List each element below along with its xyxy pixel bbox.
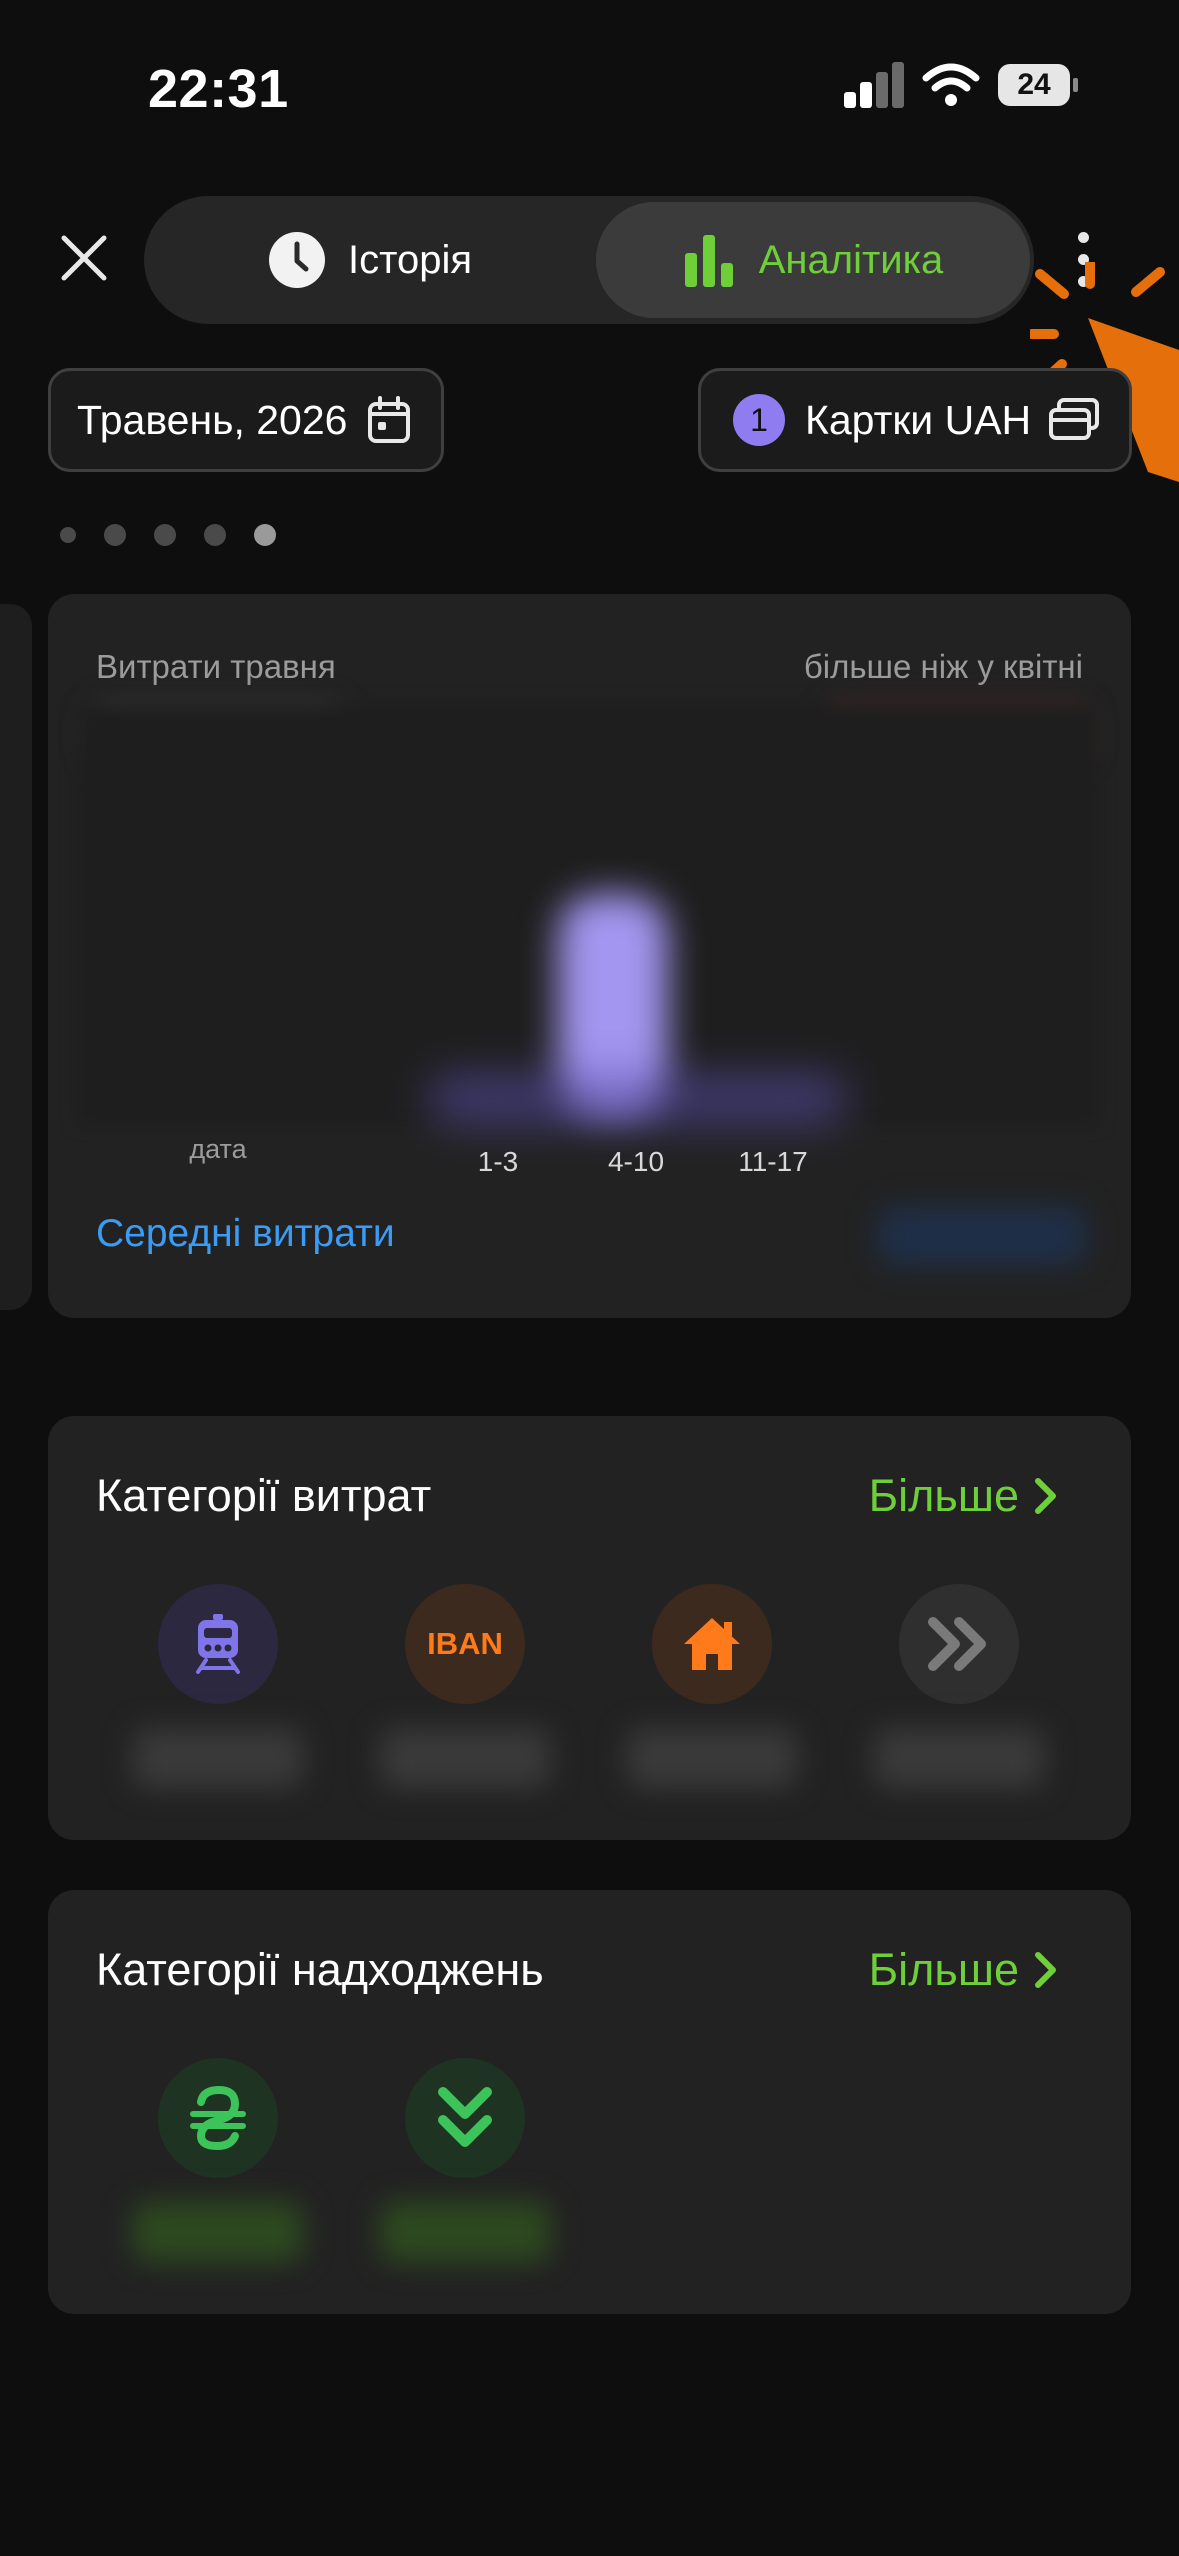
category-iban[interactable]: IBAN	[405, 1584, 525, 1704]
category-label-hidden	[380, 2202, 550, 2262]
clock-icon	[268, 232, 325, 288]
wifi-icon	[922, 63, 980, 106]
hryvnia-icon	[190, 2086, 246, 2150]
category-label-hidden	[380, 1728, 550, 1788]
page-dot[interactable]	[60, 527, 76, 543]
category-home[interactable]	[652, 1584, 772, 1704]
spending-title: Витрати травня	[96, 648, 336, 685]
page-indicator	[60, 520, 276, 550]
calendar-icon	[368, 396, 411, 443]
tab-analytics[interactable]: Аналітика	[596, 202, 1030, 318]
double-chevron-right-icon	[928, 1617, 986, 1671]
income-categories-card: Категорії надходжень Більше	[48, 1890, 1131, 2314]
more-link-label: Більше	[868, 1944, 1019, 1995]
battery-percent: 24	[1017, 68, 1051, 101]
cellular-signal-icon	[844, 62, 906, 108]
category-more[interactable]	[899, 1584, 1019, 1704]
expense-categories-card: Категорії витрат Більше IBAN	[48, 1416, 1131, 1840]
cards-count-badge: 1	[733, 394, 785, 446]
expense-categories-title: Категорії витрат	[96, 1470, 432, 1521]
page-dot[interactable]	[104, 524, 126, 546]
spending-card[interactable]: Витрати травня більше ніж у квітні дата …	[48, 594, 1131, 1318]
tab-analytics-label: Аналітика	[758, 237, 944, 282]
double-chevron-down-icon	[438, 2087, 492, 2147]
cards-label: Картки UAH	[805, 396, 1032, 443]
previous-card-peek[interactable]	[0, 604, 32, 1310]
tab-history[interactable]: Історія	[150, 202, 590, 318]
average-spending-link[interactable]: Середні витрати	[96, 1212, 395, 1256]
period-selector[interactable]: Травень, 2026	[48, 368, 444, 472]
chart-tick: 4-10	[607, 1146, 665, 1177]
battery-icon: 24	[998, 64, 1078, 106]
status-time: 22:31	[148, 59, 289, 119]
more-link-label: Більше	[868, 1470, 1019, 1521]
tab-history-label: Історія	[347, 237, 473, 282]
bar-chart-icon	[684, 235, 733, 287]
expense-categories-more-link[interactable]: Більше	[869, 1470, 1059, 1522]
income-categories-title: Категорії надходжень	[96, 1944, 544, 1995]
close-icon[interactable]	[58, 232, 110, 284]
page-dot[interactable]	[204, 524, 226, 546]
train-icon	[196, 1614, 240, 1674]
chart-base-blurred	[428, 1074, 848, 1124]
spending-comparison: більше ніж у квітні	[803, 648, 1083, 685]
house-icon	[684, 1618, 740, 1670]
category-label-hidden	[133, 1728, 303, 1788]
category-incoming[interactable]	[405, 2058, 525, 2178]
iban-icon: IBAN	[427, 1626, 503, 1661]
cards-selector[interactable]: 1 Картки UAH	[698, 368, 1132, 472]
cards-icon	[1049, 398, 1100, 440]
chevron-right-icon	[1035, 1952, 1056, 1988]
category-label-hidden	[874, 1728, 1044, 1788]
page-dot-active[interactable]	[254, 524, 276, 546]
page-dot[interactable]	[154, 524, 176, 546]
income-categories-more-link[interactable]: Більше	[869, 1944, 1059, 1996]
category-label-hidden	[627, 1728, 797, 1788]
category-transport[interactable]	[158, 1584, 278, 1704]
chart-tick: 1-3	[477, 1146, 519, 1177]
chart-axis-label: дата	[189, 1134, 247, 1164]
category-label-hidden	[133, 2202, 303, 2262]
chart-tick: 11-17	[738, 1146, 808, 1177]
period-label: Травень, 2026	[77, 396, 348, 443]
category-salary[interactable]	[158, 2058, 278, 2178]
chevron-right-icon	[1035, 1478, 1056, 1514]
average-spending-value-hidden	[877, 1206, 1087, 1266]
